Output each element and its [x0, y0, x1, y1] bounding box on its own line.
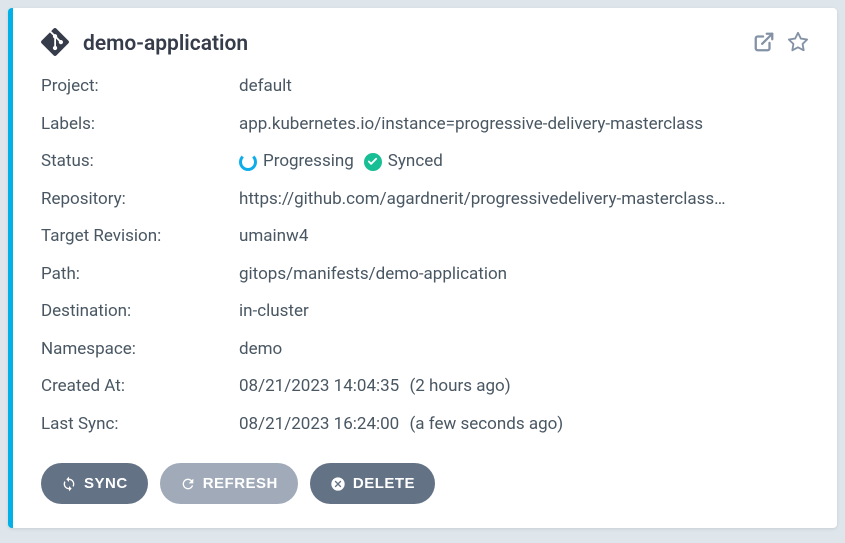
project-value: default: [239, 74, 809, 100]
destination-label: Destination:: [41, 299, 239, 325]
synced-icon: [364, 153, 382, 171]
card-header: demo-application: [41, 28, 809, 60]
destination-row: Destination: in-cluster: [41, 293, 809, 331]
synced-text: Synced: [388, 149, 443, 175]
labels-row: Labels: app.kubernetes.io/instance=progr…: [41, 106, 809, 144]
git-icon: [41, 28, 69, 60]
namespace-row: Namespace: demo: [41, 331, 809, 369]
path-label: Path:: [41, 262, 239, 288]
target-revision-row: Target Revision: umainw4: [41, 218, 809, 256]
last-sync-row: Last Sync: 08/21/2023 16:24:00 (a few se…: [41, 406, 809, 444]
project-label: Project:: [41, 74, 239, 100]
repository-label: Repository:: [41, 187, 239, 213]
status-value: Progressing Synced: [239, 149, 809, 175]
sync-button-label: SYNC: [84, 475, 128, 492]
created-at-row: Created At: 08/21/2023 14:04:35 (2 hours…: [41, 368, 809, 406]
repository-row: Repository: https://github.com/agardneri…: [41, 181, 809, 219]
app-title: demo-application: [83, 32, 753, 56]
star-icon[interactable]: [787, 31, 809, 57]
created-at-value: 08/21/2023 14:04:35 (2 hours ago): [239, 374, 809, 400]
project-row: Project: default: [41, 68, 809, 106]
refresh-button[interactable]: REFRESH: [160, 463, 298, 504]
target-revision-label: Target Revision:: [41, 224, 239, 250]
last-sync-relative: (a few seconds ago): [409, 414, 563, 434]
action-bar: SYNC REFRESH DELETE: [41, 463, 809, 504]
namespace-value: demo: [239, 337, 809, 363]
delete-button[interactable]: DELETE: [310, 463, 435, 504]
progressing-icon: [239, 153, 257, 171]
target-revision-value: umainw4: [239, 224, 809, 250]
progressing-text: Progressing: [263, 149, 354, 175]
namespace-label: Namespace:: [41, 337, 239, 363]
delete-button-label: DELETE: [353, 475, 415, 492]
header-actions: [753, 31, 809, 57]
refresh-button-label: REFRESH: [203, 475, 278, 492]
status-label: Status:: [41, 149, 239, 175]
created-at-relative: (2 hours ago): [409, 376, 510, 396]
created-at-timestamp: 08/21/2023 14:04:35: [239, 376, 399, 396]
labels-value: app.kubernetes.io/instance=progressive-d…: [239, 112, 809, 138]
path-value: gitops/manifests/demo-application: [239, 262, 809, 288]
last-sync-timestamp: 08/21/2023 16:24:00: [239, 414, 399, 434]
status-progressing: Progressing: [239, 149, 354, 175]
destination-value: in-cluster: [239, 299, 809, 325]
created-at-label: Created At:: [41, 374, 239, 400]
application-card: demo-application Project: default Labels…: [8, 8, 837, 528]
last-sync-label: Last Sync:: [41, 412, 239, 438]
repository-value: https://github.com/agardnerit/progressiv…: [239, 187, 809, 213]
refresh-icon: [180, 476, 196, 492]
labels-label: Labels:: [41, 112, 239, 138]
last-sync-value: 08/21/2023 16:24:00 (a few seconds ago): [239, 412, 809, 438]
status-row: Status: Progressing Synced: [41, 143, 809, 181]
external-link-icon[interactable]: [753, 31, 775, 57]
delete-icon: [330, 476, 346, 492]
sync-button[interactable]: SYNC: [41, 463, 148, 504]
path-row: Path: gitops/manifests/demo-application: [41, 256, 809, 294]
status-synced: Synced: [364, 149, 443, 175]
sync-icon: [61, 476, 77, 492]
